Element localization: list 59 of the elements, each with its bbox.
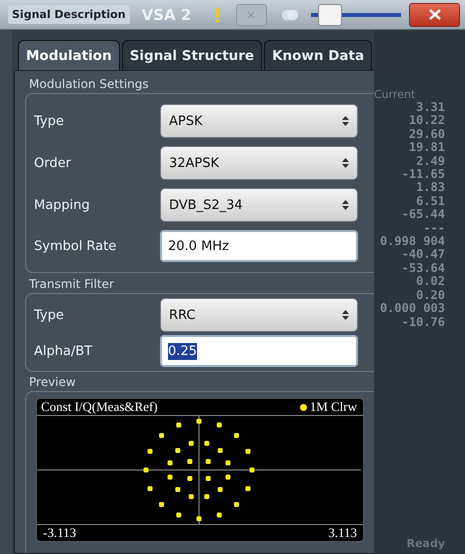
dialog-title: Signal Description — [8, 5, 130, 24]
spinner-arrows-icon — [342, 116, 349, 126]
result-value: 19.81 — [408, 141, 445, 155]
result-value: 0.998 904 — [380, 235, 445, 248]
section-title: Preview — [29, 375, 77, 389]
tab[interactable]: Signal Structure — [122, 40, 262, 70]
result-value: -10.76 — [402, 316, 445, 329]
trace-dot-icon — [300, 404, 307, 410]
result-value: -11.65 — [402, 168, 445, 182]
result-value: 0.000 003 — [380, 302, 445, 316]
section-title: Modulation Settings — [29, 77, 150, 91]
section-title: Transmit Filter — [29, 277, 115, 291]
result-value: -40.47 — [402, 248, 445, 262]
tab[interactable]: Known Data — [264, 40, 372, 70]
warning-icon — [215, 6, 220, 22]
result-value: --- — [423, 222, 445, 236]
result-value: 10.22 — [408, 114, 445, 128]
result-value: 0.20 — [416, 288, 445, 302]
field-label: Symbol Rate — [33, 238, 118, 254]
input-value: 0.25 — [168, 342, 197, 360]
result-value: 2.49 — [416, 154, 445, 168]
axis-min-label: -3.113 — [43, 525, 76, 541]
slider-thumb[interactable] — [318, 4, 342, 26]
dropdown[interactable]: DVB_S2_34 — [160, 188, 358, 222]
dropdown-value: 32APSK — [169, 156, 220, 170]
spinner-arrows-icon — [342, 158, 349, 168]
axis-max-label: 3.113 — [328, 525, 357, 541]
dropdown-value: DVB_S2_34 — [169, 198, 243, 212]
chart-title: Const I/Q(Meas&Ref) — [41, 399, 158, 415]
dropdown-value: RRC — [169, 308, 196, 322]
close-icon — [428, 9, 441, 20]
spinner-arrows-icon — [342, 200, 349, 210]
result-value: 3.31 — [416, 101, 445, 114]
cross-icon — [248, 12, 254, 18]
field-label: Alpha/BT — [33, 344, 94, 358]
field-label: Type — [33, 114, 65, 128]
field-label: Order — [33, 156, 72, 170]
channel-name: VSA 2 — [142, 6, 192, 24]
input-field[interactable]: 0.25 — [160, 335, 358, 367]
close-button[interactable] — [409, 2, 460, 26]
dropdown[interactable]: RRC — [160, 298, 358, 332]
result-value: 0.02 — [416, 275, 445, 289]
dropdown-value: APSK — [169, 114, 203, 128]
spinner-arrows-icon — [342, 310, 349, 320]
circles-icon — [280, 6, 299, 22]
tab[interactable]: Modulation — [18, 40, 120, 70]
column-header: Current — [374, 88, 416, 101]
dropdown[interactable]: APSK — [160, 104, 358, 138]
status-text: Ready — [406, 537, 445, 550]
result-value: 6.51 — [416, 194, 445, 208]
result-value: 1.83 — [416, 181, 445, 195]
trace-name: 1M Clrw — [310, 399, 357, 415]
result-value: 29.60 — [408, 128, 445, 142]
field-label: Mapping — [33, 198, 91, 212]
field-label: Type — [33, 308, 65, 322]
dropdown[interactable]: 32APSK — [160, 146, 358, 180]
result-value: -53.64 — [402, 262, 445, 276]
result-value: -65.44 — [402, 208, 445, 222]
input-field[interactable]: 20.0 MHz — [160, 230, 358, 262]
